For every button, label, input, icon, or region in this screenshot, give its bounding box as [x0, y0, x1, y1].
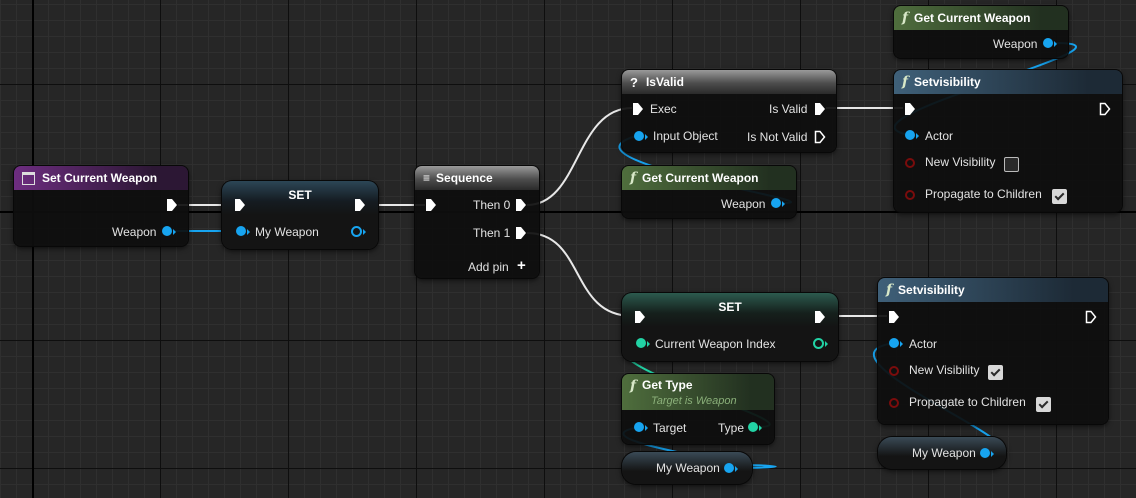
weapon-out-pin[interactable]: [1043, 38, 1053, 48]
function-icon: f: [630, 170, 637, 186]
pure-header: f Get Current Weapon: [894, 6, 1068, 30]
actor-pin[interactable]: [905, 130, 915, 140]
pin-arrow: [645, 134, 648, 140]
then0-label: Then 0: [473, 198, 511, 212]
is-not-valid-label: Is Not Valid: [747, 130, 808, 144]
pin-arrow: [991, 451, 994, 457]
variable-label: My Weapon: [656, 461, 720, 475]
event-header: Set Current Weapon: [14, 166, 188, 190]
my-weapon-variable-node[interactable]: My Weapon: [622, 452, 752, 484]
is-valid-node[interactable]: ? IsValid Exec Is Valid Input Object Is …: [622, 70, 836, 152]
pin-arrow: [759, 425, 762, 431]
new-visibility-checkbox[interactable]: [988, 365, 1003, 380]
new-visibility-pin[interactable]: [889, 366, 899, 376]
weapon-out-pin[interactable]: [162, 226, 172, 236]
pure-header: f Get Current Weapon: [622, 166, 796, 190]
propagate-label: Propagate to Children: [909, 395, 1026, 409]
pin-arrow: [645, 425, 648, 431]
input-object-pin[interactable]: [634, 131, 644, 141]
my-weapon-out-pin[interactable]: [980, 448, 990, 458]
sequence-node[interactable]: ≡ Sequence Then 0 Then 1 Add pin +: [415, 166, 539, 278]
get-current-weapon-node[interactable]: f Get Current Weapon Weapon: [622, 166, 796, 218]
my-weapon-variable-node[interactable]: My Weapon: [878, 437, 1006, 469]
pin-label: Weapon: [993, 37, 1038, 51]
current-weapon-index-in-pin[interactable]: [636, 338, 646, 348]
input-object-label: Input Object: [653, 129, 718, 143]
propagate-checkbox[interactable]: [1036, 397, 1051, 412]
sequence-header: ≡ Sequence: [415, 166, 539, 190]
node-title: Get Current Weapon: [642, 171, 759, 185]
pin-label: My Weapon: [255, 225, 319, 239]
then1-label: Then 1: [473, 226, 511, 240]
node-title: IsValid: [645, 75, 684, 89]
function-icon: f: [902, 10, 909, 26]
propagate-pin[interactable]: [905, 190, 915, 200]
function-header: f Setvisibility: [894, 70, 1122, 94]
pin-label: Weapon: [721, 197, 766, 211]
get-type-node[interactable]: f Get Type Target is Weapon Target Type: [622, 374, 774, 444]
propagate-checkbox[interactable]: [1052, 189, 1067, 204]
pin-arrow: [900, 341, 903, 347]
pin-arrow: [1054, 41, 1057, 47]
node-title: Setvisibility: [914, 75, 981, 89]
type-label: Type: [718, 421, 745, 435]
new-visibility-label: New Visibility: [925, 155, 996, 169]
propagate-pin[interactable]: [889, 398, 899, 408]
add-pin-icon[interactable]: +: [517, 257, 526, 274]
new-visibility-pin[interactable]: [905, 158, 915, 168]
is-valid-label: Is Valid: [769, 102, 808, 116]
pin-arrow: [647, 341, 650, 347]
event-icon: [22, 171, 35, 185]
weapon-out-pin[interactable]: [771, 198, 781, 208]
pin-arrow: [735, 466, 738, 472]
actor-pin[interactable]: [889, 338, 899, 348]
sequence-icon: ≡: [423, 171, 431, 185]
propagate-label: Propagate to Children: [925, 187, 1042, 201]
my-weapon-in-pin[interactable]: [236, 226, 246, 236]
new-visibility-checkbox[interactable]: [1004, 157, 1019, 172]
type-out-pin[interactable]: [748, 422, 758, 432]
set-visibility-node[interactable]: f Setvisibility Actor New Visibility Pro…: [878, 278, 1108, 424]
target-pin[interactable]: [634, 422, 644, 432]
actor-label: Actor: [909, 337, 938, 351]
is-valid-header: ? IsValid: [622, 70, 836, 94]
new-visibility-label: New Visibility: [909, 363, 980, 377]
pin-arrow: [173, 229, 176, 235]
set-visibility-node[interactable]: f Setvisibility Actor New Visibility Pro…: [894, 70, 1122, 212]
function-icon: f: [886, 282, 893, 298]
pin-arrow: [782, 201, 785, 207]
function-icon: f: [902, 74, 909, 90]
node-title: Sequence: [436, 171, 493, 185]
variable-label: My Weapon: [912, 446, 976, 460]
my-weapon-out-pin[interactable]: [351, 226, 362, 237]
pin-arrow: [363, 229, 366, 235]
get-current-weapon-node[interactable]: f Get Current Weapon Weapon: [894, 6, 1068, 58]
add-pin-label[interactable]: Add pin: [468, 260, 509, 274]
node-title: SET: [718, 300, 742, 314]
function-icon: f: [630, 378, 637, 394]
exec-wire: [526, 232, 633, 317]
set-my-weapon-node[interactable]: SET My Weapon: [222, 181, 378, 249]
node-title: Get Type: [642, 378, 693, 392]
set-current-weapon-index-node[interactable]: SET Current Weapon Index: [622, 293, 838, 361]
exec-label: Exec: [650, 102, 677, 116]
pin-label: Weapon: [112, 225, 157, 239]
current-weapon-index-out-pin[interactable]: [813, 338, 824, 349]
pin-arrow: [247, 229, 250, 235]
function-header: f Setvisibility: [878, 278, 1108, 302]
my-weapon-out-pin[interactable]: [724, 463, 734, 473]
question-icon: ?: [630, 74, 638, 90]
pin-label: Current Weapon Index: [655, 337, 776, 351]
node-title: Get Current Weapon: [914, 11, 1031, 25]
actor-label: Actor: [925, 129, 954, 143]
exec-wire: [526, 107, 633, 206]
target-label: Target: [653, 421, 687, 435]
set-current-weapon-event-node[interactable]: Set Current Weapon Weapon: [14, 166, 188, 246]
node-subtitle: Target is Weapon: [651, 395, 737, 407]
pin-arrow: [825, 341, 828, 347]
node-title: Set Current Weapon: [42, 171, 158, 185]
node-title: Setvisibility: [898, 283, 965, 297]
pin-arrow: [916, 133, 919, 139]
